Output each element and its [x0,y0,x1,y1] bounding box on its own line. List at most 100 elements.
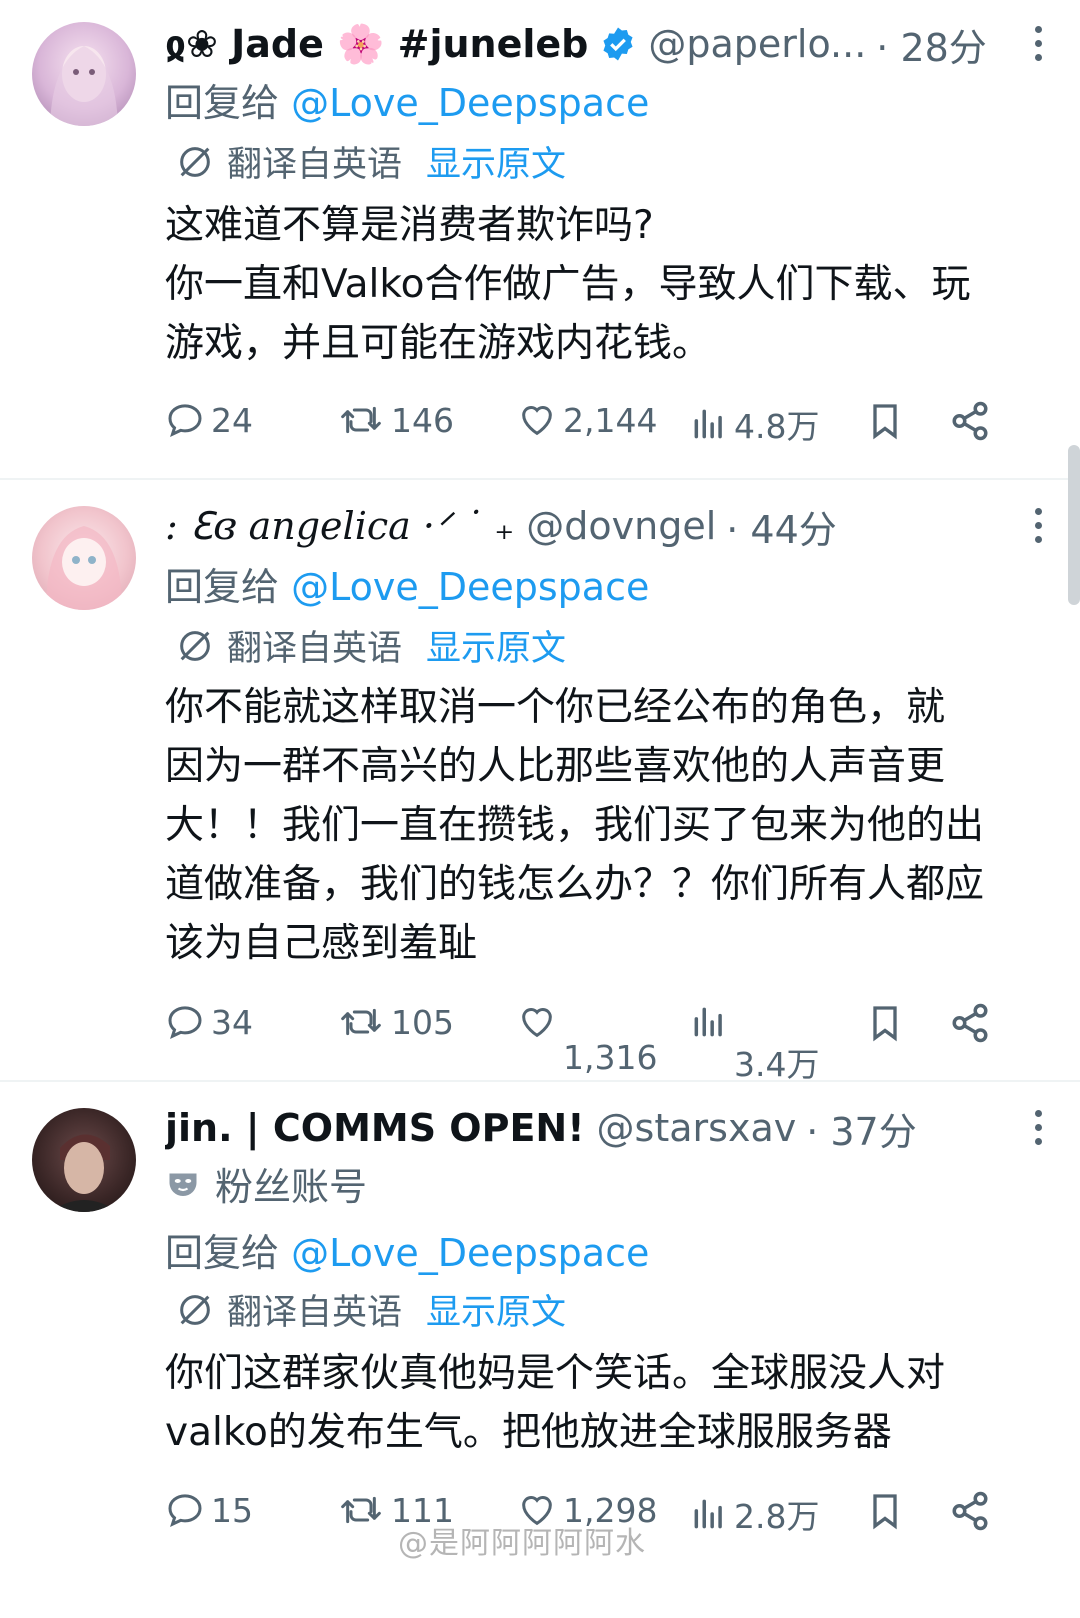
display-name[interactable]: ჲ❀ Jade 🌸 #juneleb [165,22,588,67]
tweet-header: : ℇɞ angelica ·ᐟ ˙ ₊ @dovngel · 44分 [165,496,990,556]
bookmark-icon [873,404,897,440]
views-button[interactable]: 3.4万 [690,1002,819,1086]
translate-icon [180,1294,210,1325]
scrollbar[interactable] [1068,445,1080,605]
action-bar: 34 105 1,316 3.4万 [165,1002,1040,1084]
avatar[interactable] [32,1108,136,1212]
bookmark-icon [873,1006,897,1042]
reply-button[interactable]: 24 [165,400,253,440]
like-button[interactable]: 1,316 [517,1002,657,1077]
speech-bubble-icon [168,404,202,437]
tweet[interactable]: : ℇɞ angelica ·ᐟ ˙ ₊ @dovngel · 44分 回复给 … [0,482,1080,1084]
tweet-text-line: 这难道不算是消费者欺诈吗? [165,203,654,248]
avatar-image [50,1134,118,1212]
reply-prefix: 回复给 [165,565,280,609]
reply-context: 回复给 @Love_Deepspace [165,1222,1040,1277]
avatar[interactable] [32,22,136,126]
translation-notice: 翻译自英语 显示原文 [175,136,1040,187]
like-count: 2,144 [563,400,658,440]
tweet-text-line: 你不能就这样取消一个你已经公布的角色，就 [165,685,946,730]
speech-bubble-icon [168,1006,202,1039]
reply-count: 34 [211,1002,253,1042]
share-button[interactable] [949,400,991,442]
more-dots-icon[interactable] [1026,1110,1050,1150]
retweet-button[interactable]: 105 [337,1002,454,1042]
share-icon [952,1003,988,1043]
bar-chart-icon [694,409,722,439]
more-dots-icon[interactable] [1026,26,1050,66]
avatar-image [50,46,118,126]
reply-mention[interactable]: @Love_Deepspace [291,1231,649,1275]
share-icon [952,401,988,441]
avatar[interactable] [32,506,136,610]
tweet-text-line: 道做准备，我们的钱怎么办？？你们所有人都应 [165,862,985,907]
retweet-count: 146 [391,400,454,440]
views-button[interactable]: 4.8万 [690,400,819,448]
reply-count: 15 [211,1490,253,1530]
heart-icon [522,1008,552,1038]
retweet-icon [341,1496,381,1524]
timestamp[interactable]: · 28分 [876,17,987,72]
show-original-link[interactable]: 显示原文 [426,136,566,187]
show-original-link[interactable]: 显示原文 [426,620,566,671]
tweet-header: ჲ❀ Jade 🌸 #juneleb @paperlo... · 28分 [165,14,990,74]
retweet-icon [341,1008,381,1036]
user-handle[interactable]: @starsxav [597,1106,797,1150]
view-count: 3.4万 [734,1045,820,1084]
timestamp[interactable]: · 37分 [806,1101,917,1156]
retweet-button[interactable]: 146 [337,400,454,440]
tweet-text: 你们这群家伙真他妈是个笑话。全球服没人对 valko的发布生气。把他放进全球服服… [165,1344,1040,1462]
share-icon [952,1491,988,1531]
tweet-text-line: 你们这群家伙真他妈是个笑话。全球服没人对 [165,1351,946,1396]
share-button[interactable] [949,1490,991,1532]
reply-prefix: 回复给 [165,81,280,125]
avatar-image [46,526,122,610]
heart-icon [522,406,552,436]
translate-icon [180,146,210,177]
watermark: @是阿阿阿阿阿水 [398,1526,646,1561]
tweet-text-line: 大！！我们一直在攒钱，我们买了包来为他的出 [165,803,985,848]
tweet-text: 你不能就这样取消一个你已经公布的角色，就 因为一群不高兴的人比那些喜欢他的人声音… [165,678,1040,973]
tweet-text-line: 游戏，并且可能在游戏内花钱。 [165,321,712,366]
tweet-text-line: 因为一群不高兴的人比那些喜欢他的人声音更 [165,744,946,789]
display-name[interactable]: : ℇɞ angelica ·ᐟ ˙ ₊ [165,504,514,548]
display-name[interactable]: jin. | COMMS OPEN! [165,1106,585,1150]
translated-label: 翻译自英语 [227,629,403,669]
action-bar: 24 146 2,144 4.8万 [165,400,1040,460]
views-button[interactable]: 2.8万 [690,1490,819,1538]
more-dots-icon[interactable] [1026,508,1050,548]
like-button[interactable]: 2,144 [517,400,657,440]
user-handle[interactable]: @dovngel [526,504,716,548]
fan-account-badge: 粉丝账号 [165,1156,1040,1211]
tweet-header: jin. | COMMS OPEN! @starsxav · 37分 [165,1098,990,1158]
retweet-icon [341,406,381,434]
verified-badge-icon [603,27,633,61]
tweet[interactable]: ჲ❀ Jade 🌸 #juneleb @paperlo... · 28分 回复给… [0,0,1080,480]
reply-mention[interactable]: @Love_Deepspace [291,81,649,125]
bookmark-button[interactable] [865,1002,905,1044]
tweet-text: 这难道不算是消费者欺诈吗? 你一直和Valko合作做广告，导致人们下载、玩 游戏… [165,196,1040,373]
share-button[interactable] [949,1002,991,1044]
view-count: 2.8万 [734,1497,820,1536]
reply-button[interactable]: 34 [165,1002,253,1042]
timestamp[interactable]: · 44分 [726,499,837,554]
reply-button[interactable]: 15 [165,1490,253,1530]
translation-notice: 翻译自英语 显示原文 [175,620,1040,671]
user-handle[interactable]: @paperlo... [648,22,866,66]
reply-prefix: 回复给 [165,1231,280,1275]
like-count: 1,316 [563,1038,658,1077]
tweet-text-line: valko的发布生气。把他放进全球服服务器 [165,1410,892,1455]
bookmark-button[interactable] [865,400,905,442]
bookmark-icon [873,1494,897,1530]
retweet-count: 105 [391,1002,454,1042]
mask-icon [169,1173,197,1196]
translated-label: 翻译自英语 [227,145,403,185]
bar-chart-icon [694,1007,722,1037]
tweet-text-line: 该为自己感到羞耻 [165,921,478,966]
reply-mention[interactable]: @Love_Deepspace [291,565,649,609]
translation-notice: 翻译自英语 显示原文 [175,1284,1040,1335]
show-original-link[interactable]: 显示原文 [426,1284,566,1335]
bookmark-button[interactable] [865,1490,905,1532]
translated-label: 翻译自英语 [227,1293,403,1333]
view-count: 4.8万 [734,407,820,446]
